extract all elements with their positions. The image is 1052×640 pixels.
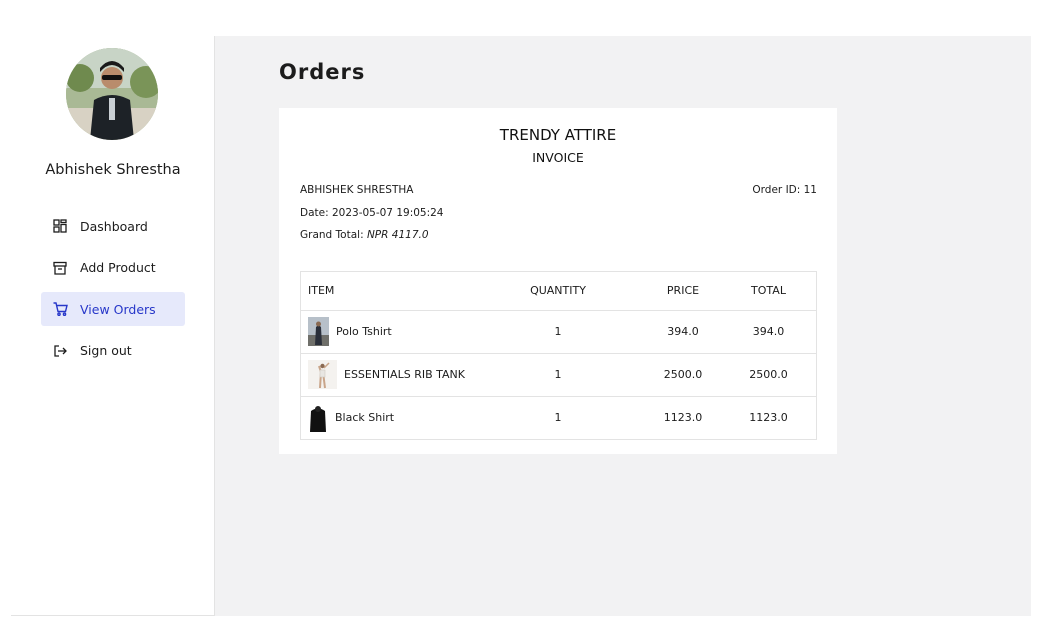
item-quantity: 1 (470, 310, 646, 354)
table-row: Polo Tshirt 1 394.0 394.0 (300, 310, 817, 354)
order-id: Order ID: 11 (752, 184, 817, 196)
item-name: Black Shirt (335, 411, 395, 425)
black-shirt-thumbnail (308, 403, 328, 433)
item-cell: ESSENTIALS RIB TANK (300, 353, 470, 397)
app-window: Abhishek Shrestha Dashboard Add Product … (11, 36, 1031, 616)
item-cell: Black Shirt (300, 396, 470, 439)
column-header-quantity: QUANTITY (470, 271, 646, 311)
item-total: 1123.0 (749, 411, 788, 425)
table-row: Black Shirt 1 1123.0 1123.0 (300, 396, 817, 439)
shop-name: TRENDY ATTIRE (499, 126, 617, 144)
main-content: Orders TRENDY ATTIRE INVOICE ABHISHEK SH… (215, 36, 1031, 616)
sign-out-icon (52, 343, 68, 359)
sidebar-item-label: Add Product (80, 260, 156, 275)
grand-total: Grand Total: NPR 4117.0 (300, 229, 429, 241)
user-name: Abhishek Shrestha (45, 162, 181, 178)
invoice-heading: INVOICE (532, 150, 584, 165)
sidebar: Abhishek Shrestha Dashboard Add Product … (11, 36, 215, 616)
sidebar-item-dashboard[interactable]: Dashboard (41, 209, 185, 243)
item-price: 394.0 (646, 310, 720, 354)
sidebar-item-add-product[interactable]: Add Product (41, 251, 185, 285)
item-quantity: 1 (470, 353, 646, 397)
user-avatar[interactable] (66, 48, 158, 140)
sidebar-item-view-orders[interactable]: View Orders (41, 292, 185, 326)
grand-total-label: Grand Total: (300, 229, 367, 241)
sidebar-item-label: Dashboard (80, 218, 148, 234)
column-header-item: ITEM (300, 271, 470, 311)
item-total: 394.0 (720, 310, 817, 354)
item-name: ESSENTIALS RIB TANK (344, 368, 465, 381)
column-header-price: PRICE (646, 271, 720, 311)
invoice-card: TRENDY ATTIRE INVOICE ABHISHEK SHRESTHA … (279, 108, 837, 454)
shopping-cart-icon (52, 301, 68, 317)
table-header-row: ITEM QUANTITY PRICE TOTAL (300, 271, 817, 311)
grand-total-value: NPR 4117.0 (366, 229, 429, 241)
customer-name: ABHISHEK SHRESTHA (300, 184, 414, 196)
dashboard-grid-icon (52, 218, 68, 234)
sidebar-item-label: View Orders (80, 301, 156, 317)
page-title: Orders (279, 60, 366, 84)
column-header-total: TOTAL (720, 271, 817, 311)
polo-tshirt-thumbnail (308, 317, 329, 346)
rib-tank-thumbnail (308, 360, 337, 389)
order-date: Date: 2023-05-07 19:05:24 (300, 207, 444, 219)
item-price: 1123.0 (663, 411, 703, 425)
item-cell: Polo Tshirt (300, 310, 470, 354)
sidebar-item-sign-out[interactable]: Sign out (41, 334, 185, 368)
table-row: ESSENTIALS RIB TANK 1 2500.0 2500.0 (300, 353, 817, 397)
sidebar-nav: Dashboard Add Product View Orders Sign o… (41, 209, 185, 375)
item-quantity: 1 (554, 411, 562, 425)
invoice-items-table: ITEM QUANTITY PRICE TOTAL Polo Tshirt 1 … (300, 271, 817, 439)
item-total: 2500.0 (720, 353, 817, 397)
item-price: 2500.0 (646, 353, 720, 397)
item-name: Polo Tshirt (336, 325, 392, 338)
archive-box-icon (52, 260, 68, 276)
sidebar-item-label: Sign out (80, 343, 132, 358)
